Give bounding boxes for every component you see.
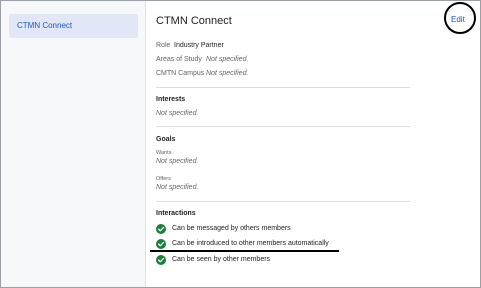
sidebar: CTMN Connect [1,1,146,287]
page-title: CTMN Connect [156,15,232,27]
areas-of-study-value: Not specified. [206,56,249,63]
sidebar-item-ctmn-connect[interactable]: CTMN Connect [9,14,138,38]
offers-value: Not specified. [156,184,199,191]
wants-value: Not specified. [156,158,199,165]
campus-value: Not specified. [206,70,249,77]
offers-label: Offers [156,176,171,182]
interests-value: Not specified. [156,110,199,117]
campus-label: CMTN Campus [156,70,205,77]
wants-label: Wants [156,150,172,156]
sidebar-item-label: CTMN Connect [17,21,73,30]
interests-heading: Interests [156,96,186,103]
interactions-heading: Interactions [156,210,196,217]
check-circle-icon [156,224,166,234]
annotation-underline [150,250,339,252]
interaction-label: Can be introduced to other members autom… [172,240,329,247]
main-panel: CTMN Connect Edit Role Industry Partner … [146,1,480,287]
interaction-label: Can be messaged by others members [172,225,291,232]
divider [156,126,410,127]
areas-of-study-label: Areas of Study [156,56,202,63]
role-value: Industry Partner [174,42,224,49]
divider [156,87,410,88]
goals-heading: Goals [156,136,176,143]
role-label: Role [156,42,171,49]
check-circle-icon [156,239,166,249]
divider [156,201,410,202]
check-circle-icon [156,255,166,265]
edit-highlight-circle [444,2,476,34]
interaction-label: Can be seen by other members [172,256,271,263]
